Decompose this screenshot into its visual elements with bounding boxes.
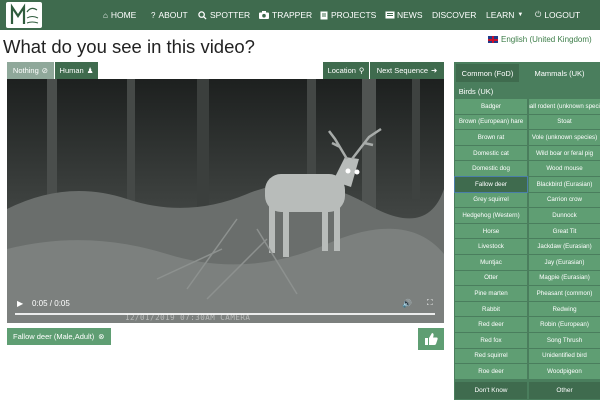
- nav-logout[interactable]: ⏻ LOGOUT: [535, 0, 580, 30]
- species-button-domestic-cat[interactable]: Domestic cat: [455, 145, 527, 161]
- species-button-small-rodent-unknown-species[interactable]: Small rodent (unknown species): [529, 99, 600, 114]
- species-panel: Common (FoD) Mammals (UK) Birds (UK) Bad…: [454, 62, 600, 400]
- nav-about[interactable]: ? ABOUT: [151, 0, 188, 30]
- remove-icon[interactable]: ⊗: [98, 332, 104, 341]
- video-frame: [7, 79, 444, 323]
- nothing-button[interactable]: Nothing ⊘: [7, 62, 54, 79]
- species-button-rabbit[interactable]: Rabbit: [455, 301, 527, 317]
- species-button-great-tit[interactable]: Great Tit: [529, 223, 600, 239]
- search-icon: [198, 10, 207, 20]
- language-selector[interactable]: English (United Kingdom): [488, 35, 592, 44]
- species-button-red-deer[interactable]: Red deer: [455, 317, 527, 332]
- nav-news[interactable]: NEWS: [385, 0, 423, 30]
- species-button-magpie-eurasian[interactable]: Magpie (Eurasian): [529, 270, 600, 286]
- species-button-livestock[interactable]: Livestock: [455, 239, 527, 254]
- species-button-carrion-crow[interactable]: Carrion crow: [529, 192, 600, 208]
- newspaper-icon: [385, 11, 395, 19]
- selected-species-tag[interactable]: Fallow deer (Male,Adult) ⊗: [7, 328, 111, 345]
- species-button-unidentified-bird[interactable]: Unidentified bird: [529, 348, 600, 364]
- species-button-grey-squirrel[interactable]: Grey squirrel: [455, 192, 527, 208]
- next-sequence-button[interactable]: Next Sequence ➜: [370, 62, 444, 79]
- page-title: What do you see in this video?: [3, 36, 255, 57]
- tab-common[interactable]: Common (FoD): [456, 64, 519, 82]
- thumbs-up-icon: [424, 333, 438, 345]
- play-icon[interactable]: ▶: [17, 299, 23, 308]
- species-button-jay-eurasian[interactable]: Jay (Eurasian): [529, 255, 600, 270]
- volume-icon[interactable]: 🔊: [402, 299, 412, 308]
- species-button-song-thrush[interactable]: Song Thrush: [529, 333, 600, 348]
- caret-down-icon: ▼: [517, 12, 524, 18]
- species-button-wild-boar-or-feral-pig[interactable]: Wild boar or feral pig: [529, 145, 600, 161]
- species-button-hedgehog-western[interactable]: Hedgehog (Western): [455, 208, 527, 223]
- video-controls: ▶ 0:05 / 0:05 🔊 ⛶ 12/01/2019 07:30AM CAM…: [7, 293, 444, 323]
- other-button[interactable]: Other: [529, 382, 600, 399]
- species-button-pheasant-common[interactable]: Pheasant (common): [529, 286, 600, 301]
- camera-icon: [259, 11, 269, 19]
- top-nav-bar: ⌂ HOME ? ABOUT SPOTTER TRAPPER PROJECTS NE…: [0, 0, 600, 30]
- fullscreen-icon[interactable]: ⛶: [427, 298, 433, 308]
- species-button-domestic-dog[interactable]: Domestic dog: [455, 161, 527, 176]
- species-button-woodpigeon[interactable]: Woodpigeon: [529, 364, 600, 379]
- species-button-redwing[interactable]: Redwing: [529, 301, 600, 317]
- location-button[interactable]: Location ⚲: [323, 62, 369, 79]
- video-time: 0:05 / 0:05: [32, 299, 70, 308]
- species-button-jackdaw-eurasian[interactable]: Jackdaw (Eurasian): [529, 239, 600, 254]
- species-button-muntjac[interactable]: Muntjac: [455, 255, 527, 270]
- species-button-blackbird-eurasian[interactable]: Blackbird (Eurasian): [529, 177, 600, 192]
- species-button-badger[interactable]: Badger: [455, 99, 527, 114]
- species-button-vole-unknown-species[interactable]: Vole (unknown species): [529, 130, 600, 145]
- species-button-pine-marten[interactable]: Pine marten: [455, 286, 527, 301]
- video-player[interactable]: ▶ 0:05 / 0:05 🔊 ⛶ 12/01/2019 07:30AM CAM…: [7, 79, 444, 323]
- home-icon: ⌂: [103, 10, 108, 20]
- person-icon: ♟: [86, 66, 94, 75]
- question-icon: ?: [151, 10, 156, 20]
- book-icon: [320, 11, 328, 19]
- power-icon: ⏻: [535, 10, 542, 19]
- species-button-dunnock[interactable]: Dunnock: [529, 208, 600, 223]
- species-button-robin-european[interactable]: Robin (European): [529, 317, 600, 332]
- nav-discover[interactable]: DISCOVER: [432, 0, 476, 30]
- human-button[interactable]: Human ♟: [55, 62, 98, 79]
- dont-know-button[interactable]: Don't Know: [455, 382, 527, 399]
- species-button-wood-mouse[interactable]: Wood mouse: [529, 161, 600, 176]
- species-button-horse[interactable]: Horse: [455, 223, 527, 239]
- arrow-circle-right-icon: ➜: [431, 66, 438, 75]
- species-button-brown-european-hare[interactable]: Brown (European) hare: [455, 114, 527, 130]
- species-button-brown-rat[interactable]: Brown rat: [455, 130, 527, 145]
- nav-trapper[interactable]: TRAPPER: [259, 0, 312, 30]
- species-button-red-squirrel[interactable]: Red squirrel: [455, 348, 527, 364]
- species-button-roe-deer[interactable]: Roe deer: [455, 364, 527, 379]
- species-button-fallow-deer[interactable]: Fallow deer: [454, 176, 528, 193]
- site-logo[interactable]: [6, 2, 42, 28]
- tab-mammals[interactable]: Mammals (UK): [519, 64, 600, 82]
- map-pin-icon: ⚲: [358, 66, 365, 75]
- nav-home[interactable]: ⌂ HOME: [103, 0, 136, 30]
- ban-icon: ⊘: [41, 66, 49, 75]
- uk-flag-icon: [488, 36, 498, 43]
- tab-birds[interactable]: Birds (UK): [456, 82, 496, 100]
- species-button-stoat[interactable]: Stoat: [529, 114, 600, 130]
- camera-timestamp: 12/01/2019 07:30AM CAMERA: [125, 313, 251, 322]
- nav-spotter[interactable]: SPOTTER: [198, 0, 250, 30]
- species-button-otter[interactable]: Otter: [455, 270, 527, 286]
- submit-thumbs-up-button[interactable]: [418, 328, 444, 350]
- nav-projects[interactable]: PROJECTS: [320, 0, 376, 30]
- nav-learn[interactable]: LEARN ▼: [486, 0, 523, 30]
- species-button-red-fox[interactable]: Red fox: [455, 333, 527, 348]
